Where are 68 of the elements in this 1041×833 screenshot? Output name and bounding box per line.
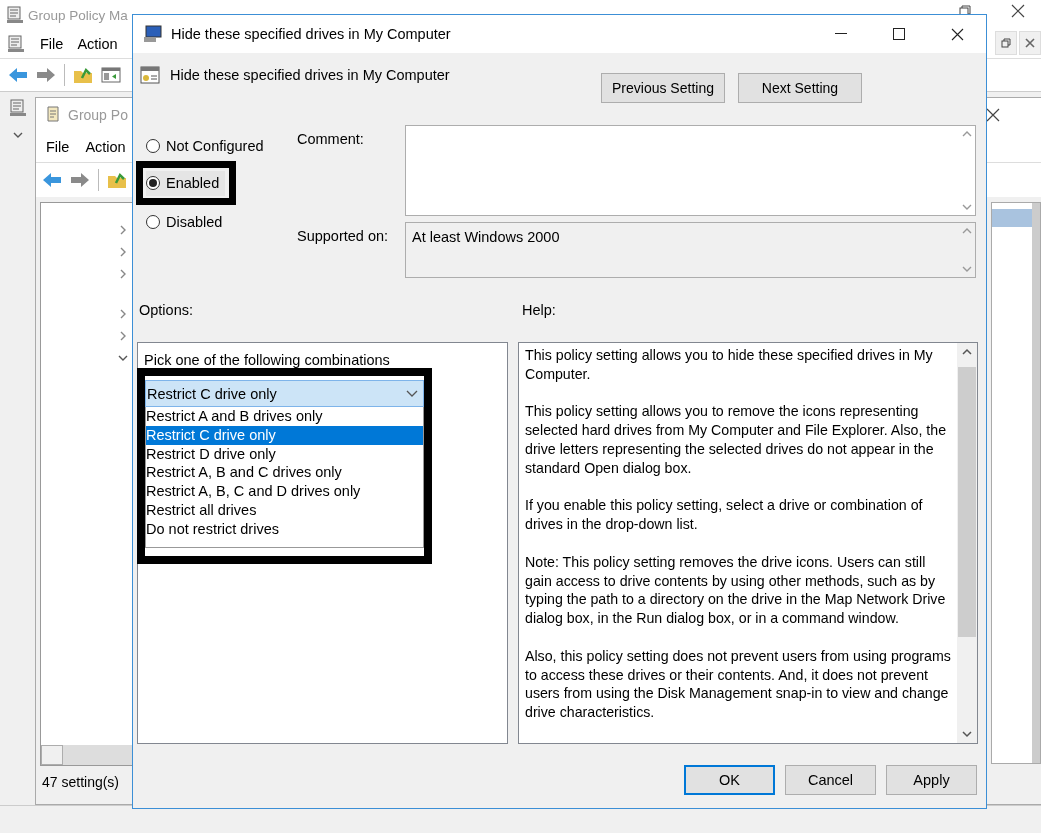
policy-icon [140, 65, 160, 85]
radio-option[interactable]: Not Configured [146, 128, 297, 163]
supported-label: Supported on: [297, 227, 390, 246]
radio-option[interactable]: Disabled [146, 204, 297, 239]
dropdown-option[interactable]: Restrict all drives [146, 501, 423, 520]
help-paragraph: Also, this policy setting does not prevent users from using programs to access these drives or their contents. And, it does not prevent users from using the Disk Management snap-in to view and change drive characteristics. [525, 646, 952, 722]
comment-field[interactable] [405, 125, 976, 216]
dialog-button[interactable]: OK [684, 765, 775, 795]
setting-heading: Hide these specified drives in My Computer [170, 67, 450, 83]
chevron-right-icon[interactable] [118, 225, 128, 235]
help-paragraph: Note: This policy setting removes the drive icons. Users can still gain access to drive contents by using other methods, such as by typing the path to a directory on the drive in the Map Network Drive dialog box, in the Run dialog box, or in a command window. [525, 552, 947, 628]
minimize-icon [835, 33, 847, 35]
chevron-right-icon[interactable] [118, 309, 128, 319]
nav-button[interactable]: Next Setting [738, 73, 862, 103]
console-icon [8, 98, 28, 118]
radio-option[interactable]: Enabled [146, 170, 226, 196]
window-title: Group Po [68, 107, 128, 123]
folder-up-icon[interactable] [107, 171, 127, 189]
dropdown-option[interactable]: Restrict A, B, C and D drives only [146, 482, 423, 501]
scroll-down-icon[interactable] [961, 203, 972, 211]
close-button[interactable] [1019, 31, 1041, 55]
back-arrow-icon[interactable] [8, 67, 28, 83]
back-arrow-icon[interactable] [42, 172, 62, 188]
options-prompt: Pick one of the following combinations [143, 351, 391, 368]
pane-view-icon[interactable] [101, 67, 121, 83]
help-label: Help: [522, 302, 556, 318]
dropdown[interactable]: Restrict C drive only [145, 380, 424, 407]
dialog-title: Hide these specified drives in My Computer [171, 26, 451, 42]
maximize-icon [893, 28, 905, 40]
chevron-right-icon[interactable] [118, 331, 128, 341]
dropdown-option[interactable]: Do not restrict drives [146, 519, 423, 539]
menu-item[interactable]: Action [85, 139, 126, 155]
dropdown-option[interactable]: Restrict A, B and C drives only [146, 463, 423, 483]
chevron-down-icon[interactable] [118, 353, 128, 363]
dropdown-option[interactable]: Restrict A and B drives only [146, 407, 423, 426]
help-paragraph: This policy setting allows you to hide these specified drives in My Computer. [525, 346, 934, 384]
restore-icon [1001, 38, 1011, 48]
forward-arrow-icon[interactable] [70, 172, 90, 188]
dropdown-option[interactable]: Restrict D drive only [146, 444, 423, 464]
scroll-up-icon[interactable] [961, 130, 972, 138]
comment-label: Comment: [297, 130, 365, 149]
nav-button[interactable]: Previous Setting [601, 73, 725, 103]
restore-button[interactable] [995, 31, 1017, 55]
console-icon [6, 34, 26, 54]
dropdown-option[interactable]: Restrict C drive only [146, 425, 423, 445]
close-icon[interactable] [1011, 4, 1025, 18]
dialog-button[interactable]: Apply [886, 765, 977, 795]
menu-item[interactable]: File [40, 36, 64, 52]
menu-item[interactable]: File [46, 139, 70, 155]
chevron-down-icon[interactable] [13, 130, 23, 140]
scroll-thumb[interactable] [958, 367, 976, 637]
chevron-right-icon[interactable] [118, 269, 128, 279]
close-icon [1025, 38, 1035, 48]
menu-item[interactable]: Action [77, 36, 118, 52]
console-icon [5, 5, 25, 25]
close-icon[interactable] [986, 108, 1000, 122]
options-label: Options: [139, 302, 194, 318]
chevron-right-icon[interactable] [118, 247, 128, 257]
window-title: Group Policy Ma [28, 7, 128, 23]
folder-up-icon[interactable] [73, 66, 93, 84]
help-paragraph: If you enable this policy setting, select a drive or combination of drives in the drop-down list. [525, 496, 924, 534]
help-paragraph: This policy setting allows you to remove the icons representing selected hard drives from My Computer and File Explorer. Also, the drive letters representing the selected drives do not appear in the standard Open dialog box. [525, 402, 948, 478]
computer-icon [143, 25, 163, 43]
close-icon [950, 27, 964, 41]
dialog-button[interactable]: Cancel [785, 765, 876, 795]
forward-arrow-icon[interactable] [36, 67, 56, 83]
status-text: 47 setting(s) [42, 774, 120, 790]
supported-value: At least Windows 2000 [411, 228, 561, 247]
